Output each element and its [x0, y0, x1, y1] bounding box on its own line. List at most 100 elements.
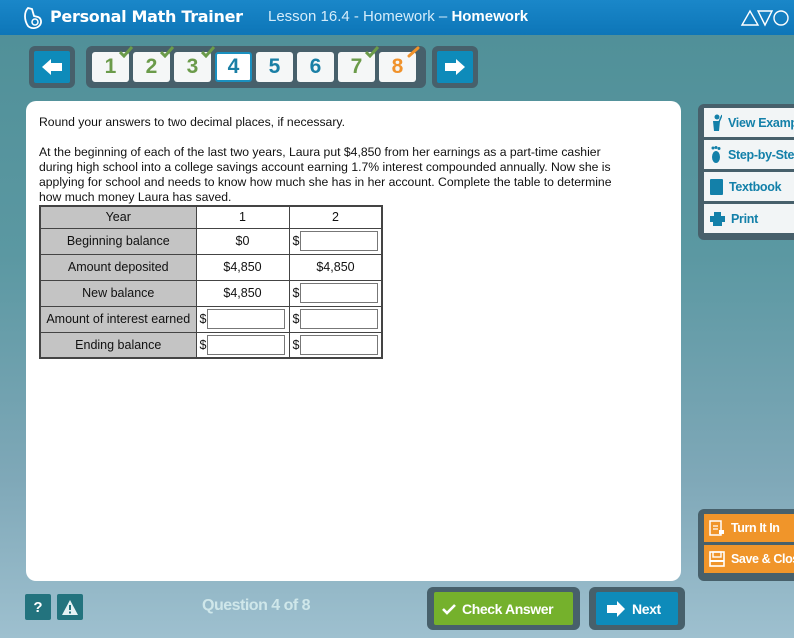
- ending-balance-year-2-input[interactable]: [300, 334, 379, 355]
- currency-symbol: $: [292, 337, 300, 352]
- question-1-button[interactable]: 1: [92, 46, 133, 82]
- next-frame: Next: [589, 587, 685, 630]
- table-row: New balance $4,850 $: [39, 279, 383, 307]
- question-7-button[interactable]: 7: [338, 46, 379, 82]
- table-row: Ending balance $ $: [39, 331, 383, 359]
- table-row: Amount deposited $4,850 $4,850: [39, 253, 383, 281]
- ending-balance-year-1-input[interactable]: [207, 334, 286, 355]
- checkmark-icon: [442, 603, 456, 615]
- currency-symbol: $: [199, 312, 207, 326]
- pencil-mark-icon: [407, 46, 420, 58]
- question-8-button[interactable]: 8: [379, 46, 420, 82]
- beginning-balance-year-2-input[interactable]: [300, 231, 379, 251]
- footprints-icon: [711, 145, 721, 163]
- instructions-text: Round your answers to two decimal places…: [39, 115, 345, 129]
- previous-question-button-face[interactable]: [34, 51, 70, 83]
- lesson-title: Lesson 16.4 - Homework – Homework: [268, 8, 528, 25]
- submit-actions-panel: Turn It In Save & Close: [698, 509, 794, 581]
- brand-logo-icon: [740, 9, 789, 27]
- question-number: 5: [268, 55, 281, 78]
- new-balance-year-1: $4,850: [195, 279, 290, 307]
- question-number: 2: [145, 55, 158, 78]
- title-separator: –: [434, 8, 452, 25]
- save-and-close-label: Save & Close: [731, 552, 794, 566]
- question-number: 7: [350, 55, 363, 78]
- interest-earned-year-2-cell: $: [288, 305, 383, 333]
- view-example-button[interactable]: View Example: [704, 108, 794, 137]
- table-header-row: Year 1 2: [39, 205, 383, 229]
- question-5-button[interactable]: 5: [256, 52, 293, 82]
- problem-text: At the beginning of each of the last two…: [39, 145, 612, 204]
- help-tools-panel: View Example Step-by-Step Textbook Print: [698, 104, 794, 240]
- textbook-label: Textbook: [729, 179, 782, 194]
- lesson-name: Lesson 16.4 - Homework: [268, 8, 435, 25]
- amount-deposited-year-1: $4,850: [195, 253, 290, 281]
- report-problem-button[interactable]: [57, 594, 83, 620]
- whistle-logo-icon: [24, 7, 42, 30]
- question-panel: Round your answers to two decimal places…: [26, 101, 681, 581]
- header-year: Year: [39, 205, 197, 229]
- app-title: Personal Math Trainer: [50, 7, 243, 26]
- arrow-right-icon: [445, 59, 465, 75]
- currency-symbol: $: [292, 234, 300, 248]
- next-question-nav-button[interactable]: [432, 46, 478, 88]
- question-counter: Question 4 of 8: [202, 597, 311, 614]
- interest-earned-year-1-input[interactable]: [207, 309, 286, 329]
- arrow-right-icon: [607, 600, 625, 617]
- question-6-button[interactable]: 6: [297, 52, 334, 82]
- interest-earned-year-1-cell: $: [195, 305, 290, 333]
- question-2-button[interactable]: 2: [133, 46, 174, 82]
- book-icon: [710, 178, 723, 195]
- step-by-step-label: Step-by-Step: [728, 147, 794, 162]
- turn-it-in-button[interactable]: Turn It In: [704, 514, 794, 542]
- currency-symbol: $: [292, 312, 300, 326]
- save-and-close-button[interactable]: Save & Close: [704, 545, 794, 573]
- step-by-step-button[interactable]: Step-by-Step: [704, 140, 794, 169]
- checkmark-icon: [160, 46, 174, 58]
- turn-in-icon: [709, 520, 724, 536]
- question-number: 4: [227, 55, 240, 78]
- print-button[interactable]: Print: [704, 204, 794, 233]
- next-label: Next: [632, 600, 661, 617]
- question-navigator: 1 2 3 4 5 6 7 8: [86, 46, 426, 88]
- teacher-icon: [713, 114, 722, 131]
- checkmark-icon: [119, 46, 133, 58]
- new-balance-year-2-input[interactable]: [300, 283, 379, 303]
- beginning-balance-year-1: $0: [195, 227, 290, 255]
- row-label: Ending balance: [39, 331, 197, 359]
- textbook-button[interactable]: Textbook: [704, 172, 794, 201]
- next-question-nav-button-face[interactable]: [437, 51, 473, 83]
- question-number: 6: [309, 55, 322, 78]
- next-button[interactable]: Next: [596, 592, 678, 625]
- interest-earned-year-2-input[interactable]: [300, 309, 379, 329]
- ending-balance-year-2-cell: $: [288, 331, 383, 359]
- turn-it-in-label: Turn It In: [731, 521, 780, 535]
- checkmark-icon: [365, 46, 379, 58]
- row-label: Amount of interest earned: [39, 305, 197, 333]
- savings-table: Year 1 2 Beginning balance $0 $ Amount d…: [39, 205, 384, 359]
- amount-deposited-year-2: $4,850: [288, 253, 383, 281]
- warning-icon: [62, 599, 78, 615]
- ending-balance-year-1-cell: $: [195, 331, 290, 359]
- help-button[interactable]: ?: [25, 594, 51, 620]
- currency-symbol: $: [292, 286, 300, 300]
- new-balance-year-2-cell: $: [288, 279, 383, 307]
- currency-symbol: $: [199, 337, 207, 352]
- question-3-button[interactable]: 3: [174, 46, 215, 82]
- question-number: 1: [104, 55, 117, 78]
- row-label: Amount deposited: [39, 253, 197, 281]
- check-answer-label: Check Answer: [462, 600, 554, 617]
- print-label: Print: [731, 211, 758, 226]
- view-example-label: View Example: [728, 115, 794, 130]
- table-row: Amount of interest earned $ $: [39, 305, 383, 333]
- check-answer-frame: Check Answer: [427, 587, 580, 630]
- assignment-name: Homework: [451, 8, 529, 25]
- table-row: Beginning balance $0 $: [39, 227, 383, 255]
- row-label: New balance: [39, 279, 197, 307]
- previous-question-button[interactable]: [29, 46, 75, 88]
- arrow-left-icon: [42, 59, 62, 75]
- question-4-button[interactable]: 4: [215, 52, 252, 82]
- checkmark-icon: [201, 46, 215, 58]
- check-answer-button[interactable]: Check Answer: [434, 592, 573, 625]
- floppy-disk-icon: [709, 551, 725, 567]
